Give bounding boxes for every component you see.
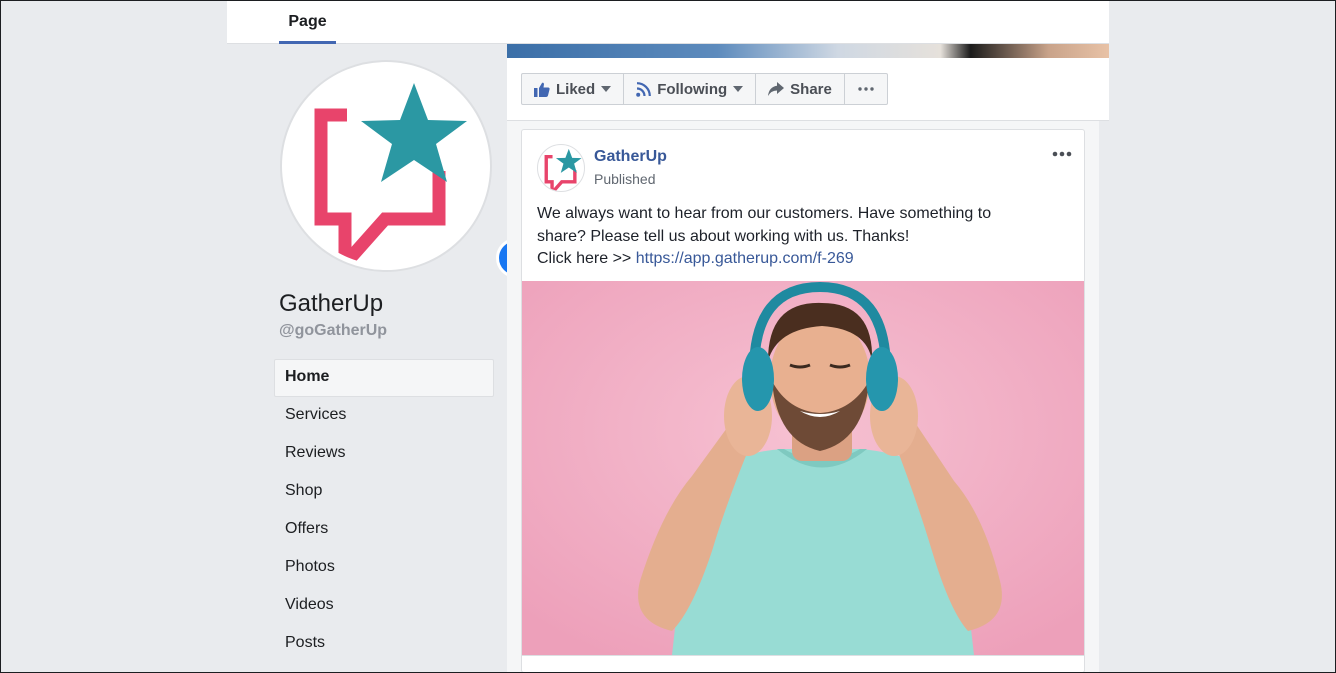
post-link-prefix: Click here >> — [537, 250, 636, 267]
share-label: Share — [790, 80, 832, 98]
man-with-headphones-photo — [522, 281, 1084, 655]
post-link-line: Click here >> https://app.gatherup.com/f… — [537, 248, 1077, 271]
gatherup-logo-icon — [544, 148, 582, 191]
nav-item-posts[interactable]: Posts — [274, 625, 494, 663]
post-text-line: We always want to hear from our customer… — [537, 205, 992, 222]
action-button-group: Liked Following Share — [521, 73, 888, 105]
post-text-line: share? Please tell us about working with… — [537, 227, 910, 245]
nav-item-services[interactable]: Services — [274, 397, 494, 435]
page-name[interactable]: GatherUp — [279, 290, 383, 318]
left-sidebar: GatherUp @goGatherUp Home Services Revie… — [227, 44, 536, 673]
nav-item-home[interactable]: Home — [274, 359, 494, 397]
post-author-avatar[interactable] — [537, 144, 585, 192]
rss-icon — [636, 81, 652, 97]
nav-item-photos[interactable]: Photos — [274, 549, 494, 587]
nav-item-offers[interactable]: Offers — [274, 511, 494, 549]
nav-item-reviews[interactable]: Reviews — [274, 435, 494, 473]
liked-button[interactable]: Liked — [521, 73, 625, 105]
post-body: We always want to hear from our customer… — [537, 203, 1077, 271]
liked-label: Liked — [556, 80, 596, 98]
gatherup-logo-icon — [287, 67, 485, 265]
profile-picture[interactable] — [280, 60, 536, 278]
share-arrow-icon — [768, 82, 785, 96]
more-horizontal-icon — [858, 87, 874, 91]
post-options-button[interactable] — [1050, 144, 1076, 164]
page-nav: Home Services Reviews Shop Offers Photos… — [274, 359, 494, 663]
post-image[interactable] — [522, 281, 1084, 655]
main-column: Liked Following Share GatherUp Published… — [507, 44, 1109, 673]
post-card: GatherUp Published We always want to hea… — [521, 129, 1085, 673]
post-link[interactable]: https://app.gatherup.com/f-269 — [636, 250, 854, 267]
cover-photo[interactable] — [507, 44, 1109, 58]
following-button[interactable]: Following — [623, 73, 757, 105]
post-status: Published — [594, 171, 656, 187]
nav-item-videos[interactable]: Videos — [274, 587, 494, 625]
page-tab-bar: Page — [227, 0, 1109, 44]
tab-page[interactable]: Page — [279, 0, 336, 44]
more-options-button[interactable] — [843, 73, 888, 105]
share-button[interactable]: Share — [755, 73, 845, 105]
chevron-down-icon — [601, 86, 612, 92]
following-label: Following — [657, 80, 728, 98]
chevron-down-icon — [733, 86, 744, 92]
nav-item-shop[interactable]: Shop — [274, 473, 494, 511]
page-handle[interactable]: @goGatherUp — [279, 322, 387, 340]
post-author-name[interactable]: GatherUp — [594, 148, 667, 166]
post-footer — [522, 655, 1084, 672]
page-action-bar: Liked Following Share — [507, 58, 1109, 121]
more-horizontal-icon — [1052, 151, 1072, 157]
thumbs-up-icon — [534, 82, 550, 97]
